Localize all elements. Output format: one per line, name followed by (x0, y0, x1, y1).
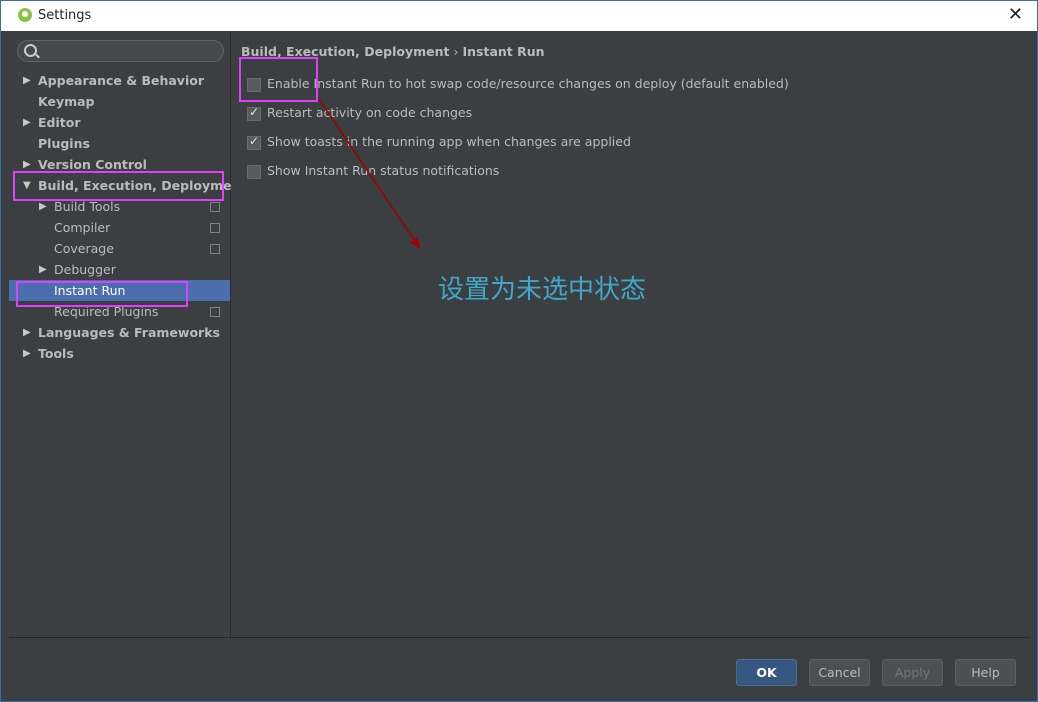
settings-window: Settings ✕ ▶ Appearance & Behavior Keymap ▶… (0, 0, 1038, 702)
annotation-arrow (318, 98, 421, 250)
